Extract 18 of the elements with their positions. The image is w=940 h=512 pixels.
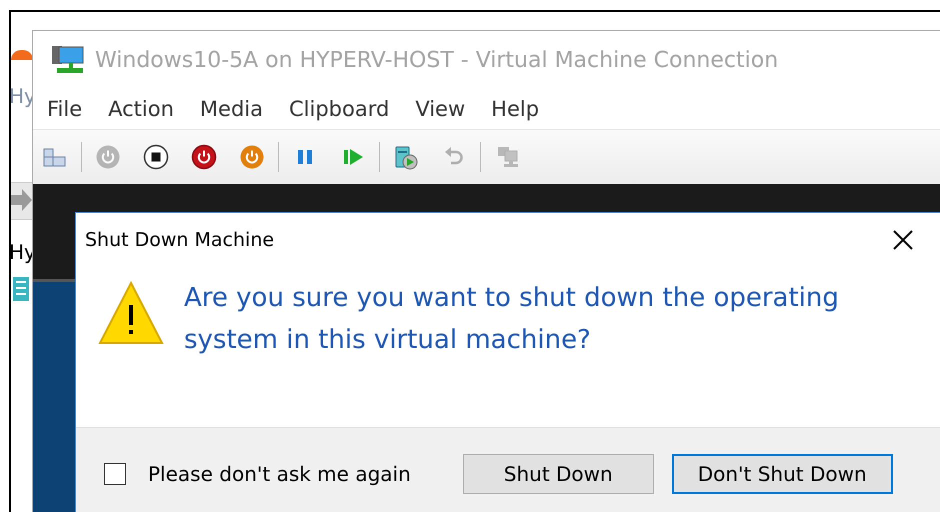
menu-item[interactable]: View [415, 97, 466, 121]
power-icon[interactable] [190, 143, 218, 171]
menu-item[interactable]: Action [108, 97, 174, 121]
checkbox-label[interactable]: Please don't ask me again [148, 462, 411, 486]
menu-item[interactable]: Help [491, 97, 540, 121]
arrow-icon[interactable] [11, 188, 33, 212]
menu-item[interactable]: Clipboard [289, 97, 390, 121]
dialog-title: Shut Down Machine [85, 229, 274, 251]
default-button[interactable]: Don't Shut Down [672, 454, 893, 494]
stop-icon[interactable] [142, 143, 170, 171]
menu-item[interactable]: File [47, 97, 82, 121]
menu-item[interactable]: Media [200, 97, 263, 121]
window-title: Windows10-5A on HYPERV-HOST - Virtual Machine Connection [95, 48, 778, 72]
dialog-message: Are you sure you want to shut down the operating system in this virtual machine? [184, 282, 840, 357]
logo-icon [11, 50, 33, 60]
warning-icon [98, 281, 164, 345]
action-button[interactable]: Shut Down [462, 454, 654, 494]
checkbox[interactable] [104, 462, 126, 484]
